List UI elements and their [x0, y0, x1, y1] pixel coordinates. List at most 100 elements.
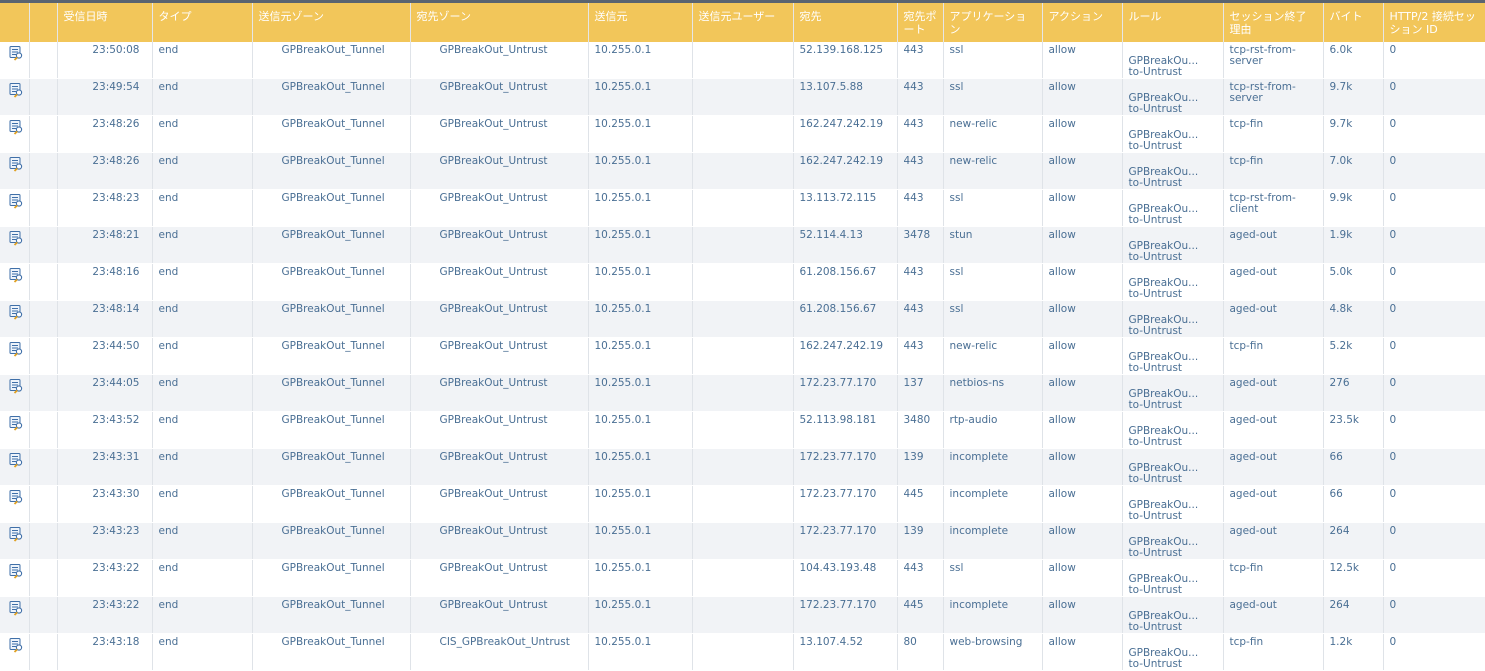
destination-cell[interactable]: 13.107.5.88	[793, 78, 898, 116]
src-user-cell[interactable]	[692, 152, 794, 190]
dst-zone-cell[interactable]: CIS_GPBreakOut_Untrust	[410, 633, 589, 671]
src-zone-cell[interactable]: GPBreakOut_Tunnel	[252, 152, 411, 190]
destination-cell[interactable]: 61.208.156.67	[793, 300, 898, 338]
src-user-cell[interactable]	[692, 596, 794, 634]
detail-cell[interactable]	[0, 596, 30, 634]
dst-zone-cell[interactable]: GPBreakOut_Untrust	[410, 559, 589, 597]
table-row[interactable]: 23:43:30 end GPBreakOut_Tunnel GPBreakOu…	[0, 485, 1485, 523]
dst-port-cell[interactable]: 443	[897, 152, 944, 190]
src-user-cell[interactable]	[692, 485, 794, 523]
rule-cell[interactable]: GPBreakOu... to-Untrust	[1122, 226, 1224, 264]
http2-cell[interactable]: 0	[1383, 263, 1485, 301]
rule-cell[interactable]: GPBreakOu... to-Untrust	[1122, 300, 1224, 338]
destination-cell[interactable]: 172.23.77.170	[793, 374, 898, 412]
action-cell[interactable]: allow	[1042, 337, 1123, 375]
bytes-cell[interactable]: 264	[1323, 522, 1384, 560]
destination-cell[interactable]: 172.23.77.170	[793, 448, 898, 486]
table-row[interactable]: 23:48:16 end GPBreakOut_Tunnel GPBreakOu…	[0, 263, 1485, 301]
http2-cell[interactable]: 0	[1383, 300, 1485, 338]
detail-cell[interactable]	[0, 374, 30, 412]
end-reason-cell[interactable]: aged-out	[1223, 448, 1324, 486]
src-user-cell[interactable]	[692, 78, 794, 116]
log-detail-icon[interactable]	[8, 637, 24, 653]
end-reason-cell[interactable]: aged-out	[1223, 522, 1324, 560]
table-row[interactable]: 23:43:22 end GPBreakOut_Tunnel GPBreakOu…	[0, 596, 1485, 634]
http2-cell[interactable]: 0	[1383, 152, 1485, 190]
source-cell[interactable]: 10.255.0.1	[588, 374, 693, 412]
application-cell[interactable]: ssl	[943, 263, 1043, 301]
rule-cell[interactable]: GPBreakOu... to-Untrust	[1122, 374, 1224, 412]
dst-port-cell[interactable]: 137	[897, 374, 944, 412]
action-cell[interactable]: allow	[1042, 596, 1123, 634]
http2-cell[interactable]: 0	[1383, 115, 1485, 153]
src-zone-cell[interactable]: GPBreakOut_Tunnel	[252, 78, 411, 116]
column-header-destination[interactable]: 宛先	[793, 3, 898, 42]
destination-cell[interactable]: 162.247.242.19	[793, 337, 898, 375]
src-zone-cell[interactable]: GPBreakOut_Tunnel	[252, 485, 411, 523]
src-zone-cell[interactable]: GPBreakOut_Tunnel	[252, 300, 411, 338]
dst-port-cell[interactable]: 443	[897, 337, 944, 375]
dst-zone-cell[interactable]: GPBreakOut_Untrust	[410, 42, 589, 79]
src-user-cell[interactable]	[692, 263, 794, 301]
application-cell[interactable]: new-relic	[943, 152, 1043, 190]
rule-cell[interactable]: GPBreakOu... to-Untrust	[1122, 411, 1224, 449]
log-detail-icon[interactable]	[8, 341, 24, 357]
action-cell[interactable]: allow	[1042, 559, 1123, 597]
column-header-time[interactable]: 受信日時	[57, 3, 153, 42]
table-row[interactable]: 23:48:26 end GPBreakOut_Tunnel GPBreakOu…	[0, 115, 1485, 153]
application-cell[interactable]: new-relic	[943, 115, 1043, 153]
log-detail-icon[interactable]	[8, 267, 24, 283]
detail-cell[interactable]	[0, 559, 30, 597]
rule-cell[interactable]: GPBreakOu... to-Untrust	[1122, 42, 1224, 79]
dst-port-cell[interactable]: 139	[897, 448, 944, 486]
bytes-cell[interactable]: 5.2k	[1323, 337, 1384, 375]
dst-zone-cell[interactable]: GPBreakOut_Untrust	[410, 485, 589, 523]
src-user-cell[interactable]	[692, 226, 794, 264]
column-header-application[interactable]: アプリケーション	[943, 3, 1043, 42]
application-cell[interactable]: stun	[943, 226, 1043, 264]
action-cell[interactable]: allow	[1042, 448, 1123, 486]
table-row[interactable]: 23:43:52 end GPBreakOut_Tunnel GPBreakOu…	[0, 411, 1485, 449]
action-cell[interactable]: allow	[1042, 78, 1123, 116]
http2-cell[interactable]: 0	[1383, 411, 1485, 449]
rule-cell[interactable]: GPBreakOu... to-Untrust	[1122, 522, 1224, 560]
log-detail-icon[interactable]	[8, 526, 24, 542]
detail-cell[interactable]	[0, 78, 30, 116]
destination-cell[interactable]: 104.43.193.48	[793, 559, 898, 597]
log-detail-icon[interactable]	[8, 45, 24, 61]
src-zone-cell[interactable]: GPBreakOut_Tunnel	[252, 522, 411, 560]
application-cell[interactable]: incomplete	[943, 485, 1043, 523]
src-zone-cell[interactable]: GPBreakOut_Tunnel	[252, 633, 411, 671]
src-zone-cell[interactable]: GPBreakOut_Tunnel	[252, 411, 411, 449]
end-reason-cell[interactable]: tcp-rst-from-client	[1223, 189, 1324, 227]
src-zone-cell[interactable]: GPBreakOut_Tunnel	[252, 559, 411, 597]
action-cell[interactable]: allow	[1042, 633, 1123, 671]
dst-port-cell[interactable]: 443	[897, 115, 944, 153]
table-row[interactable]: 23:48:21 end GPBreakOut_Tunnel GPBreakOu…	[0, 226, 1485, 264]
http2-cell[interactable]: 0	[1383, 522, 1485, 560]
dst-zone-cell[interactable]: GPBreakOut_Untrust	[410, 189, 589, 227]
source-cell[interactable]: 10.255.0.1	[588, 300, 693, 338]
dst-port-cell[interactable]: 80	[897, 633, 944, 671]
src-zone-cell[interactable]: GPBreakOut_Tunnel	[252, 596, 411, 634]
detail-cell[interactable]	[0, 337, 30, 375]
column-header-action[interactable]: アクション	[1042, 3, 1123, 42]
src-zone-cell[interactable]: GPBreakOut_Tunnel	[252, 226, 411, 264]
src-user-cell[interactable]	[692, 300, 794, 338]
table-row[interactable]: 23:43:23 end GPBreakOut_Tunnel GPBreakOu…	[0, 522, 1485, 560]
application-cell[interactable]: ssl	[943, 300, 1043, 338]
end-reason-cell[interactable]: aged-out	[1223, 485, 1324, 523]
rule-cell[interactable]: GPBreakOu... to-Untrust	[1122, 633, 1224, 671]
src-zone-cell[interactable]: GPBreakOut_Tunnel	[252, 374, 411, 412]
rule-cell[interactable]: GPBreakOu... to-Untrust	[1122, 152, 1224, 190]
http2-cell[interactable]: 0	[1383, 596, 1485, 634]
dst-port-cell[interactable]: 443	[897, 300, 944, 338]
application-cell[interactable]: rtp-audio	[943, 411, 1043, 449]
detail-cell[interactable]	[0, 226, 30, 264]
rule-cell[interactable]: GPBreakOu... to-Untrust	[1122, 78, 1224, 116]
bytes-cell[interactable]: 12.5k	[1323, 559, 1384, 597]
end-reason-cell[interactable]: tcp-rst-from-server	[1223, 78, 1324, 116]
destination-cell[interactable]: 13.113.72.115	[793, 189, 898, 227]
bytes-cell[interactable]: 6.0k	[1323, 42, 1384, 79]
src-zone-cell[interactable]: GPBreakOut_Tunnel	[252, 448, 411, 486]
